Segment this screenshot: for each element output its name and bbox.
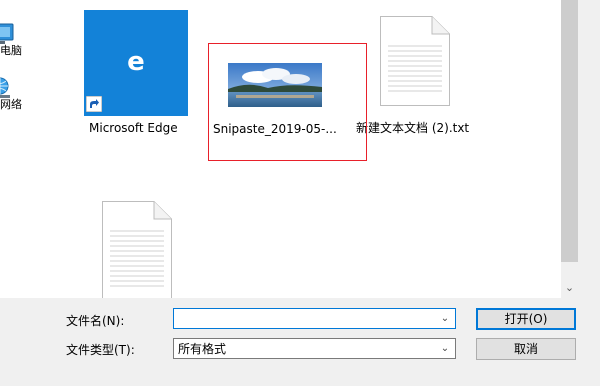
- vertical-scrollbar[interactable]: ⌄: [561, 0, 578, 298]
- svg-text:e: e: [127, 47, 145, 77]
- file-label: 新建文本文档 (2).txt: [356, 121, 470, 135]
- nav-item-network[interactable]: 网络: [0, 77, 60, 113]
- filetype-label: 文件类型(T):: [66, 343, 135, 357]
- chevron-down-icon[interactable]: ⌄: [439, 309, 451, 328]
- filename-label: 文件名(N):: [66, 314, 125, 328]
- open-button[interactable]: 打开(O): [476, 308, 576, 330]
- image-thumbnail: [228, 63, 322, 107]
- file-label: Snipaste_2019-05-...: [213, 122, 337, 136]
- text-file-icon: [380, 16, 450, 106]
- filetype-value: 所有格式: [178, 342, 227, 356]
- text-file-icon: [102, 201, 172, 298]
- file-list: e Microsoft Edge Snipaste_2019-05-... 新建…: [60, 0, 561, 298]
- nav-item-label: 电脑: [0, 44, 22, 57]
- shortcut-arrow-icon: [86, 96, 102, 112]
- filetype-select[interactable]: 所有格式 ⌄: [173, 338, 456, 359]
- file-item-text-document[interactable]: 新建文本文档 (2).txt: [355, 10, 485, 135]
- scrollbar-thumb[interactable]: [561, 0, 578, 262]
- file-item-snipaste[interactable]: Snipaste_2019-05-...: [210, 43, 360, 153]
- network-icon: [0, 77, 10, 98]
- nav-item-computer[interactable]: 电脑: [0, 23, 60, 59]
- cancel-button[interactable]: 取消: [476, 338, 576, 360]
- nav-item-label: 网络: [0, 98, 22, 111]
- filename-input[interactable]: ⌄: [173, 308, 456, 329]
- file-item-text-document[interactable]: [80, 195, 190, 298]
- navigation-pane: 电脑 网络: [0, 0, 60, 298]
- file-item-edge[interactable]: e Microsoft Edge: [80, 10, 190, 140]
- file-label: Microsoft Edge: [89, 121, 178, 135]
- chevron-down-icon[interactable]: ⌄: [561, 278, 578, 298]
- computer-icon: [0, 23, 14, 44]
- chevron-down-icon[interactable]: ⌄: [439, 339, 451, 358]
